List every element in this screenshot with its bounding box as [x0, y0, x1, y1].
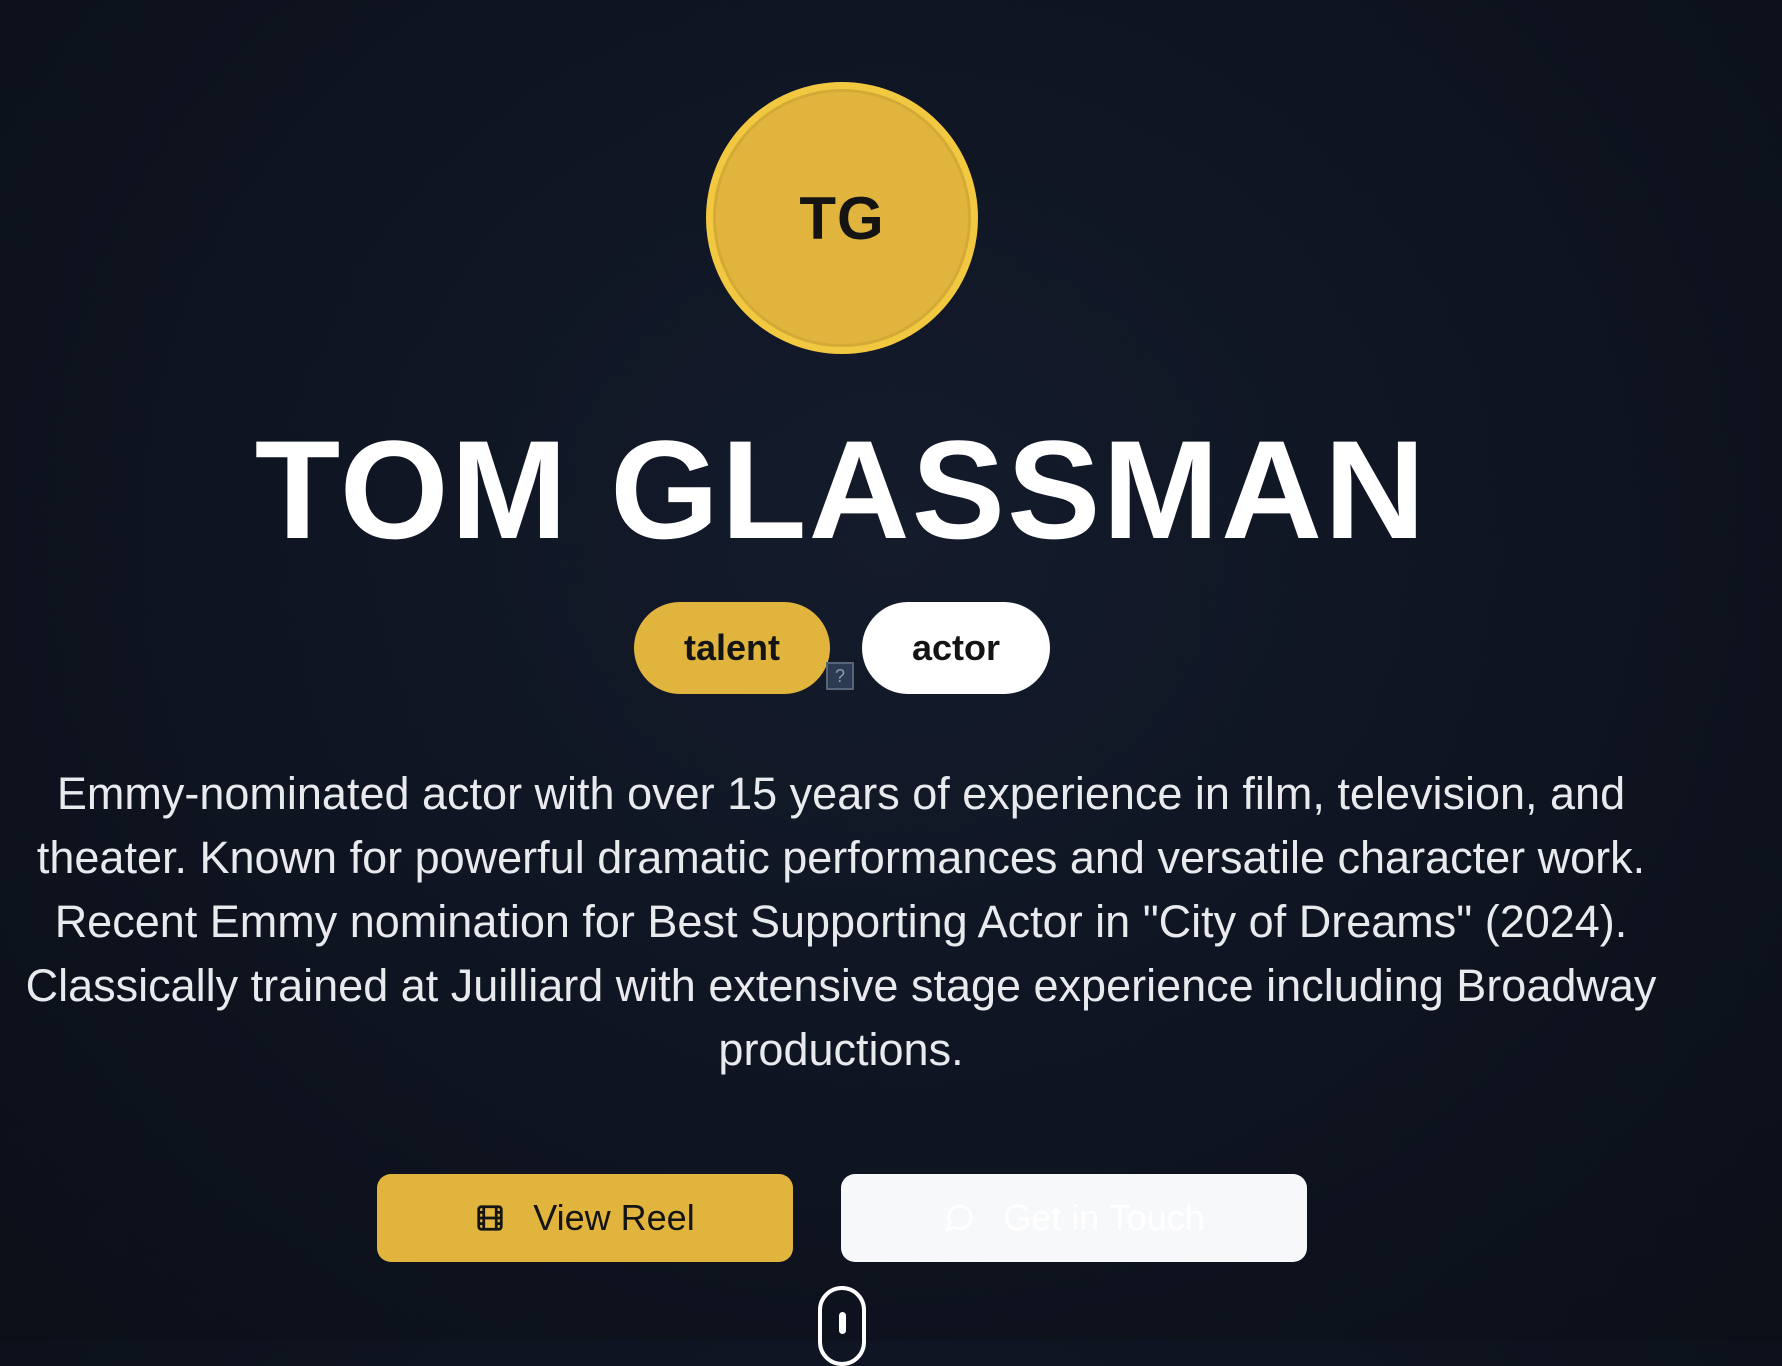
bio-line: Emmy-nominated actor with over 15 years … [56, 768, 1626, 819]
tag-actor: actor [862, 602, 1050, 694]
avatar-initials: TG [799, 184, 885, 252]
get-in-touch-button[interactable]: Get in Touch [841, 1174, 1307, 1262]
view-reel-label: View Reel [533, 1197, 695, 1238]
get-in-touch-label: Get in Touch [1003, 1197, 1205, 1238]
avatar: TG [706, 82, 978, 354]
profile-name: TOM GLASSMAN [254, 411, 1428, 568]
bio-line: theater. Known for powerful dramatic per… [36, 832, 1646, 883]
view-reel-button[interactable]: View Reel [377, 1174, 793, 1262]
broken-image-icon: ? [826, 662, 854, 690]
bio-line: Classically trained at Juilliard with ex… [25, 960, 1657, 1011]
tag-talent: talent [634, 602, 830, 694]
bio-text: Emmy-nominated actor with over 15 years … [0, 762, 1682, 1082]
film-icon [477, 1205, 503, 1231]
scroll-indicator[interactable] [818, 1286, 866, 1366]
message-circle-icon [945, 1204, 973, 1232]
bio-line: Recent Emmy nomination for Best Supporti… [54, 896, 1628, 947]
scroll-dot [839, 1312, 846, 1334]
bio-line: productions. [718, 1024, 964, 1075]
